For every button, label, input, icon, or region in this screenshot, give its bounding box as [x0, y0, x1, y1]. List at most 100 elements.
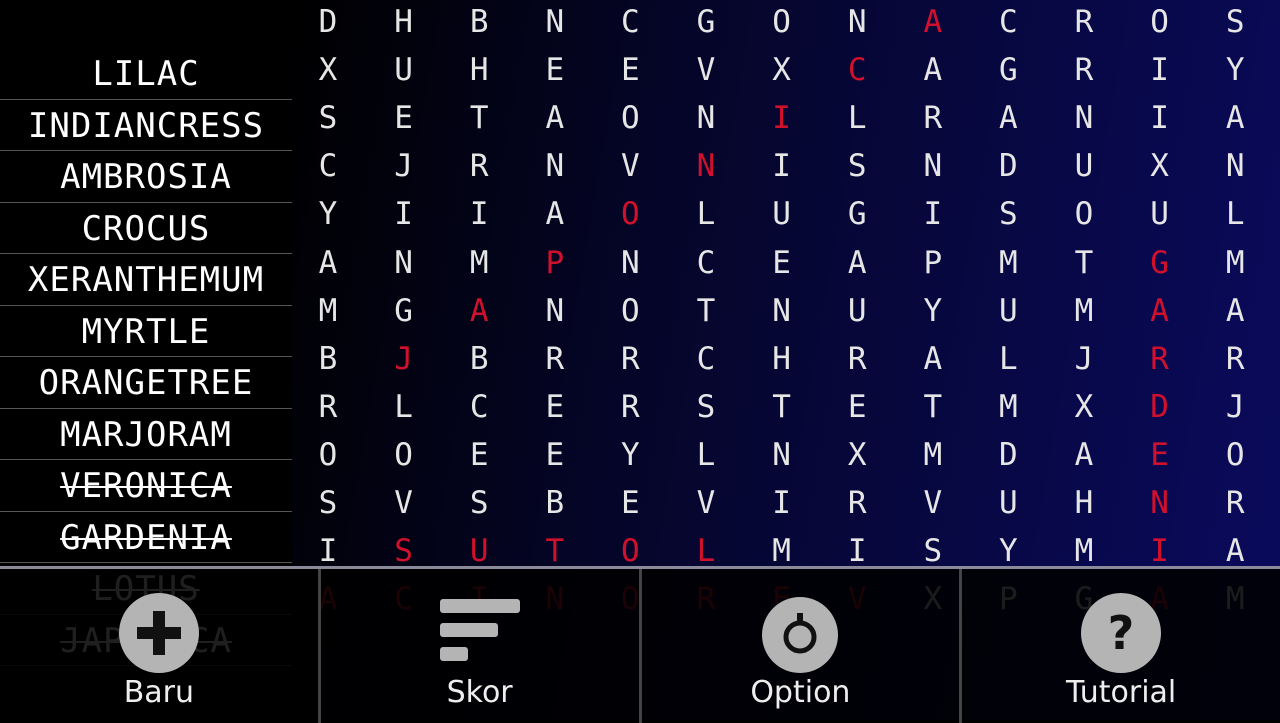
grid-cell[interactable]: M [903, 437, 963, 473]
grid-cell[interactable]: C [298, 148, 358, 184]
grid-cell[interactable]: L [676, 196, 736, 232]
grid-cell[interactable]: L [374, 389, 434, 425]
grid-cell[interactable]: R [1130, 341, 1190, 377]
grid-cell[interactable]: O [600, 293, 660, 329]
grid-cell[interactable]: L [1205, 196, 1265, 232]
grid-cell[interactable]: O [752, 4, 812, 40]
menu-item-option[interactable]: Option [642, 569, 963, 723]
menu-item-new[interactable]: Baru [0, 569, 321, 723]
grid-cell[interactable]: A [449, 293, 509, 329]
grid-cell[interactable]: V [903, 485, 963, 521]
grid-cell[interactable]: H [449, 52, 509, 88]
grid-cell[interactable]: O [600, 196, 660, 232]
grid-cell[interactable]: S [298, 100, 358, 136]
grid-cell[interactable]: S [1205, 4, 1265, 40]
grid-cell[interactable]: Y [298, 196, 358, 232]
grid-cell[interactable]: A [1130, 293, 1190, 329]
grid-cell[interactable]: M [298, 293, 358, 329]
grid-cell[interactable]: S [676, 389, 736, 425]
grid-cell[interactable]: A [903, 341, 963, 377]
grid-cell[interactable]: A [903, 52, 963, 88]
grid-cell[interactable]: N [676, 148, 736, 184]
menu-item-tutorial[interactable]: ? Tutorial [962, 569, 1280, 723]
grid-cell[interactable]: J [374, 341, 434, 377]
grid-cell[interactable]: B [449, 4, 509, 40]
grid-cell[interactable]: R [298, 389, 358, 425]
grid-cell[interactable]: L [676, 533, 736, 569]
grid-cell[interactable]: M [978, 389, 1038, 425]
grid-cell[interactable]: I [827, 533, 887, 569]
grid-cell[interactable]: C [827, 52, 887, 88]
grid-cell[interactable]: B [449, 341, 509, 377]
grid-cell[interactable]: S [449, 485, 509, 521]
grid-cell[interactable]: G [1130, 245, 1190, 281]
grid-cell[interactable]: R [600, 341, 660, 377]
grid-cell[interactable]: D [978, 437, 1038, 473]
grid-cell[interactable]: I [374, 196, 434, 232]
grid-cell[interactable]: U [978, 485, 1038, 521]
grid-cell[interactable]: R [1205, 485, 1265, 521]
grid-cell[interactable]: E [600, 485, 660, 521]
grid-cell[interactable]: D [298, 4, 358, 40]
grid-cell[interactable]: T [676, 293, 736, 329]
grid-cell[interactable]: A [525, 196, 585, 232]
grid-cell[interactable]: N [525, 293, 585, 329]
grid-cell[interactable]: M [752, 533, 812, 569]
grid-cell[interactable]: E [525, 389, 585, 425]
grid-cell[interactable]: E [600, 52, 660, 88]
grid-cell[interactable]: Y [1205, 52, 1265, 88]
grid-cell[interactable]: L [676, 437, 736, 473]
grid-cell[interactable]: N [827, 4, 887, 40]
grid-cell[interactable]: Y [600, 437, 660, 473]
grid-cell[interactable]: U [827, 293, 887, 329]
grid-cell[interactable]: E [827, 389, 887, 425]
grid-cell[interactable]: R [827, 485, 887, 521]
grid-cell[interactable]: B [525, 485, 585, 521]
grid-cell[interactable]: N [752, 437, 812, 473]
grid-cell[interactable]: V [676, 485, 736, 521]
grid-cell[interactable]: A [978, 100, 1038, 136]
grid-cell[interactable]: E [449, 437, 509, 473]
grid-cell[interactable]: S [374, 533, 434, 569]
grid-cell[interactable]: I [1130, 100, 1190, 136]
grid-cell[interactable]: I [752, 100, 812, 136]
grid-cell[interactable]: N [1130, 485, 1190, 521]
grid-cell[interactable]: R [827, 341, 887, 377]
grid-cell[interactable]: A [1205, 533, 1265, 569]
grid-cell[interactable]: N [752, 293, 812, 329]
grid-cell[interactable]: E [525, 52, 585, 88]
grid-cell[interactable]: R [1054, 52, 1114, 88]
grid-cell[interactable]: I [903, 196, 963, 232]
grid-cell[interactable]: I [1130, 533, 1190, 569]
grid-cell[interactable]: V [374, 485, 434, 521]
grid-cell[interactable]: A [1205, 293, 1265, 329]
grid-cell[interactable]: C [978, 4, 1038, 40]
grid-cell[interactable]: U [1054, 148, 1114, 184]
grid-cell[interactable]: S [978, 196, 1038, 232]
grid-cell[interactable]: X [1130, 148, 1190, 184]
grid-cell[interactable]: M [1054, 533, 1114, 569]
grid-cell[interactable]: G [374, 293, 434, 329]
grid-cell[interactable]: S [298, 485, 358, 521]
grid-cell[interactable]: R [449, 148, 509, 184]
grid-cell[interactable]: I [752, 148, 812, 184]
grid-cell[interactable]: O [374, 437, 434, 473]
grid-cell[interactable]: O [1205, 437, 1265, 473]
grid-cell[interactable]: E [525, 437, 585, 473]
grid-cell[interactable]: X [752, 52, 812, 88]
grid-cell[interactable]: N [676, 100, 736, 136]
grid-cell[interactable]: A [525, 100, 585, 136]
grid-cell[interactable]: V [676, 52, 736, 88]
grid-cell[interactable]: T [449, 100, 509, 136]
grid-cell[interactable]: U [449, 533, 509, 569]
grid-cell[interactable]: G [978, 52, 1038, 88]
grid-cell[interactable]: P [525, 245, 585, 281]
grid-cell[interactable]: O [600, 533, 660, 569]
grid-cell[interactable]: H [1054, 485, 1114, 521]
grid-cell[interactable]: O [298, 437, 358, 473]
grid-cell[interactable]: N [374, 245, 434, 281]
grid-cell[interactable]: A [298, 245, 358, 281]
grid-cell[interactable]: R [525, 341, 585, 377]
grid-cell[interactable]: T [1054, 245, 1114, 281]
grid-cell[interactable]: D [1130, 389, 1190, 425]
